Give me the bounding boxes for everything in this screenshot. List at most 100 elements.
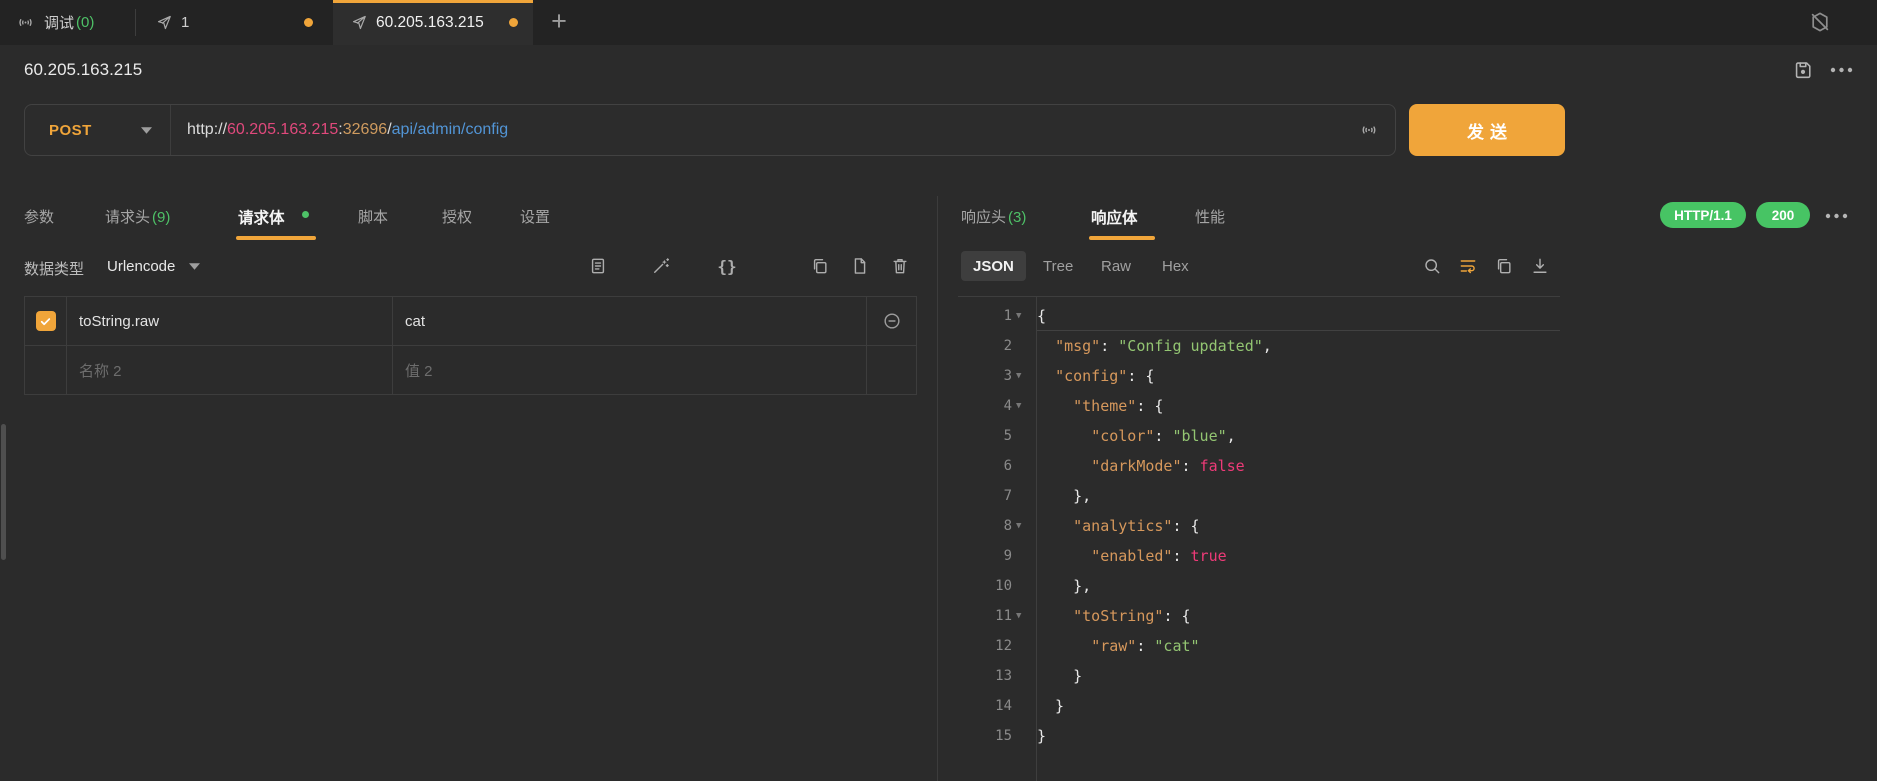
tab-performance[interactable]: 性能 [1195,206,1225,227]
line-number: 9 [958,548,1012,564]
tab-label: 1 [181,14,189,31]
datatype-label: 数据类型 [24,258,84,279]
code-text: }, [1037,487,1091,505]
code-line: 2 "msg": "Config updated", [958,331,1560,361]
line-number: 3 [958,368,1012,384]
code-line: 15} [958,721,1560,751]
tab-request-1[interactable]: 1 [136,0,333,45]
fold-toggle-icon[interactable]: ▼ [1012,611,1036,621]
datatype-select[interactable]: Urlencode [107,258,200,275]
row-action-cell [867,346,916,394]
chevron-down-icon [189,263,200,270]
param-value-cell[interactable]: cat [393,297,867,345]
tab-auth[interactable]: 授权 [442,206,472,227]
code-text: } [1037,697,1064,715]
code-line: 13 } [958,661,1560,691]
code-text: "msg": "Config updated", [1037,337,1272,355]
line-number: 7 [958,488,1012,504]
file-icon[interactable] [849,255,871,277]
tab-bar: 调试 (0) 1 60.205.163.215 + [0,0,1877,45]
response-headers-count: (3) [1008,209,1026,226]
view-raw-tab[interactable]: Raw [1101,258,1131,275]
remove-row-icon[interactable] [867,297,916,345]
tab-debug[interactable]: 调试 (0) [0,0,135,45]
param-name-cell[interactable]: 名称 2 [67,346,393,394]
line-number: 11 [958,608,1012,624]
url-input[interactable]: http://60.205.163.215:32696/api/admin/co… [187,105,1335,155]
page-title: 60.205.163.215 [24,60,142,80]
code-line: 3▼ "config": { [958,361,1560,391]
line-number: 2 [958,338,1012,354]
fold-toggle-icon[interactable]: ▼ [1012,401,1036,411]
bulk-edit-icon[interactable] [587,255,609,277]
code-line: 1▼{ [958,301,1560,331]
active-tab-underline [236,236,316,240]
unsaved-dot [509,18,518,27]
proxy-disabled-icon[interactable] [1808,10,1832,34]
wrap-lines-icon[interactable] [1457,255,1479,277]
tab-script[interactable]: 脚本 [358,206,388,227]
save-icon[interactable] [1792,59,1814,81]
response-body-viewer[interactable]: 1▼{2 "msg": "Config updated",3▼ "config"… [958,296,1560,781]
chevron-down-icon [141,127,152,134]
tab-request-headers[interactable]: 请求头(9) [105,206,170,227]
code-line: 9 "enabled": true [958,541,1560,571]
tab-params[interactable]: 参数 [24,206,54,227]
tab-response-headers[interactable]: 响应头(3) [961,206,1026,227]
view-tree-tab[interactable]: Tree [1043,258,1073,275]
tab-label: 响应头 [961,209,1006,226]
fold-toggle-icon[interactable]: ▼ [1012,311,1036,321]
send-button[interactable]: 发送 [1409,104,1565,156]
param-value-placeholder: 值 2 [405,360,433,381]
code-line: 6 "darkMode": false [958,451,1560,481]
headers-count: (9) [152,209,170,226]
panel-divider [937,196,938,781]
magic-wand-icon[interactable] [650,255,672,277]
line-number: 6 [958,458,1012,474]
unsaved-dot [304,18,313,27]
fold-toggle-icon[interactable]: ▼ [1012,371,1036,381]
param-name: toString.raw [79,313,159,330]
tab-request-body[interactable]: 请求体 [238,206,285,228]
view-json-tab[interactable]: JSON [961,251,1026,281]
signal-icon[interactable] [1359,120,1379,140]
code-text: "analytics": { [1037,517,1200,535]
code-line: 4▼ "theme": { [958,391,1560,421]
title-bar: 60.205.163.215 [0,45,1877,96]
braces-icon[interactable]: {} [716,255,738,277]
param-name-cell[interactable]: toString.raw [67,297,393,345]
table-row: toString.raw cat [25,297,916,346]
line-number: 14 [958,698,1012,714]
tab-response-body[interactable]: 响应体 [1091,206,1138,228]
signal-icon [16,13,35,32]
copy-icon[interactable] [1493,255,1515,277]
fold-toggle-icon[interactable]: ▼ [1012,521,1036,531]
trash-icon[interactable] [889,255,911,277]
line-number: 13 [958,668,1012,684]
row-checkbox-cell [25,346,67,394]
code-text: "theme": { [1037,397,1163,415]
more-options-icon[interactable] [1829,66,1854,74]
view-hex-tab[interactable]: Hex [1162,258,1189,275]
table-row-empty: 名称 2 值 2 [25,346,916,395]
param-value-cell[interactable]: 值 2 [393,346,867,394]
param-value: cat [405,313,425,330]
code-text: } [1037,667,1082,685]
send-icon [155,14,172,31]
row-checkbox-checked[interactable] [36,311,56,331]
code-line: 11▼ "toString": { [958,601,1560,631]
more-options-icon[interactable] [1824,212,1849,220]
copy-icon[interactable] [809,255,831,277]
tab-debug-count: (0) [76,14,94,31]
download-icon[interactable] [1529,255,1551,277]
scrollbar[interactable] [1,424,6,560]
tab-settings[interactable]: 设置 [520,206,550,227]
code-line: 14 } [958,691,1560,721]
search-icon[interactable] [1421,255,1443,277]
code-line: 5 "color": "blue", [958,421,1560,451]
tab-request-ip[interactable]: 60.205.163.215 [333,0,533,45]
new-tab-button[interactable]: + [544,8,574,38]
line-number: 8 [958,518,1012,534]
method-select[interactable]: POST [25,105,171,155]
tab-label: 调试 [44,12,74,33]
